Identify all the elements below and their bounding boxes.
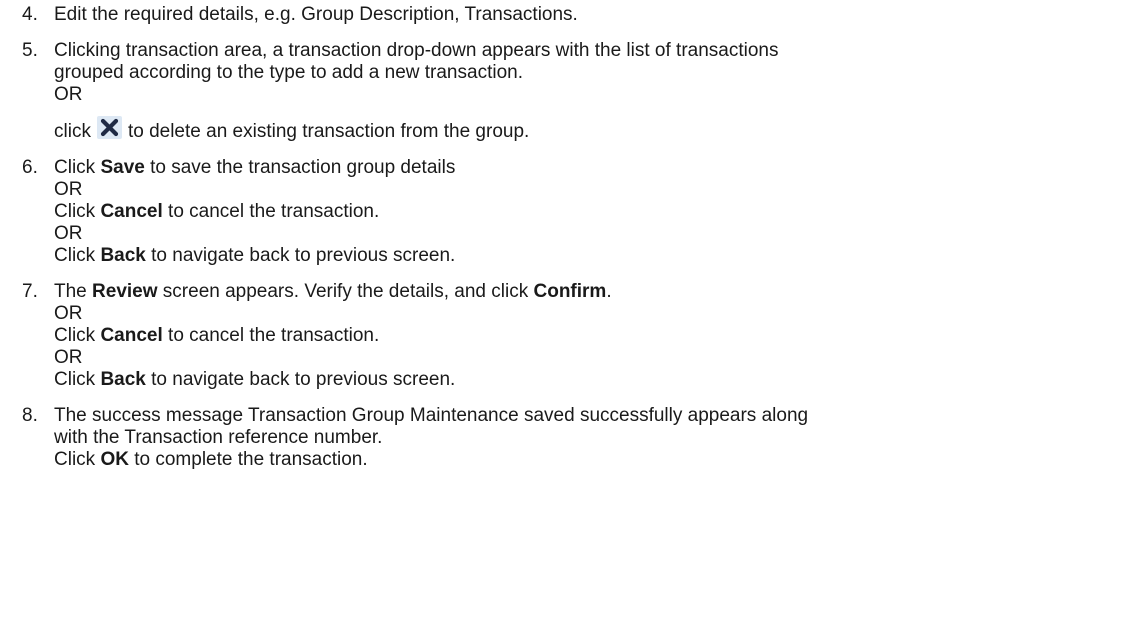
review-label: Review xyxy=(92,281,158,302)
text-fragment: to cancel the transaction. xyxy=(162,325,380,346)
cancel-instruction: Click Cancel to cancel the transaction. xyxy=(54,201,1124,223)
confirm-label: Confirm xyxy=(533,281,607,302)
text-fragment: The xyxy=(54,281,93,302)
text-fragment: to cancel the transaction. xyxy=(162,201,380,222)
step-4: 4. Edit the required details, e.g. Group… xyxy=(0,4,1124,26)
delete-instruction: click to delete an existing transaction … xyxy=(54,116,1124,143)
text-fragment: Click xyxy=(54,157,101,178)
text-fragment: to navigate back to previous screen. xyxy=(145,245,456,266)
back-label: Back xyxy=(100,245,146,266)
ok-instruction: Click OK to complete the transaction. xyxy=(54,449,1124,471)
text-fragment: Click xyxy=(54,201,101,222)
save-instruction: Click Save to save the transaction group… xyxy=(54,157,1124,179)
delete-x-icon xyxy=(96,116,122,139)
save-label: Save xyxy=(100,157,145,178)
step-8: 8. The success message Transaction Group… xyxy=(0,405,1124,471)
step-text: Edit the required details, e.g. Group De… xyxy=(54,4,578,25)
step-5: 5. Clicking transaction area, a transact… xyxy=(0,40,1124,143)
step-number: 4. xyxy=(22,4,38,25)
click-word: click xyxy=(54,121,91,142)
back-label: Back xyxy=(100,369,146,390)
back-instruction: Click Back to navigate back to previous … xyxy=(54,245,1124,267)
or-text: OR xyxy=(54,303,83,324)
or-text: OR xyxy=(54,84,83,105)
review-instruction: The Review screen appears. Verify the de… xyxy=(54,281,1124,303)
or-text: OR xyxy=(54,223,83,244)
step-7: 7. The Review screen appears. Verify the… xyxy=(0,281,1124,391)
back-instruction: Click Back to navigate back to previous … xyxy=(54,369,1124,391)
text-fragment: Click xyxy=(54,325,101,346)
ok-label: OK xyxy=(100,449,129,470)
step-number: 7. xyxy=(22,281,38,302)
text-fragment: screen appears. Verify the details, and … xyxy=(157,281,534,302)
step-6: 6. Click Save to save the transaction gr… xyxy=(0,157,1124,267)
text-fragment: Click xyxy=(54,449,101,470)
text-fragment: to complete the transaction. xyxy=(128,449,368,470)
step-text-line-2: with the Transaction reference number. xyxy=(54,427,383,448)
step-text-line-2: grouped according to the type to add a n… xyxy=(54,62,523,83)
step-number: 5. xyxy=(22,40,38,61)
text-fragment: to navigate back to previous screen. xyxy=(145,369,456,390)
cancel-label: Cancel xyxy=(100,325,163,346)
step-number: 6. xyxy=(22,157,38,178)
or-text: OR xyxy=(54,347,83,368)
delete-instruction-text: to delete an existing transaction from t… xyxy=(127,121,530,142)
text-fragment: . xyxy=(606,281,612,302)
text-fragment: Click xyxy=(54,369,101,390)
cancel-instruction: Click Cancel to cancel the transaction. xyxy=(54,325,1124,347)
document-body: 4. Edit the required details, e.g. Group… xyxy=(0,4,1124,471)
text-fragment: Click xyxy=(54,245,101,266)
step-number: 8. xyxy=(22,405,38,426)
or-text: OR xyxy=(54,179,83,200)
text-fragment: to save the transaction group details xyxy=(144,157,456,178)
step-text-line-1: The success message Transaction Group Ma… xyxy=(54,405,809,426)
step-text-line-1: Clicking transaction area, a transaction… xyxy=(54,40,779,61)
cancel-label: Cancel xyxy=(100,201,163,222)
